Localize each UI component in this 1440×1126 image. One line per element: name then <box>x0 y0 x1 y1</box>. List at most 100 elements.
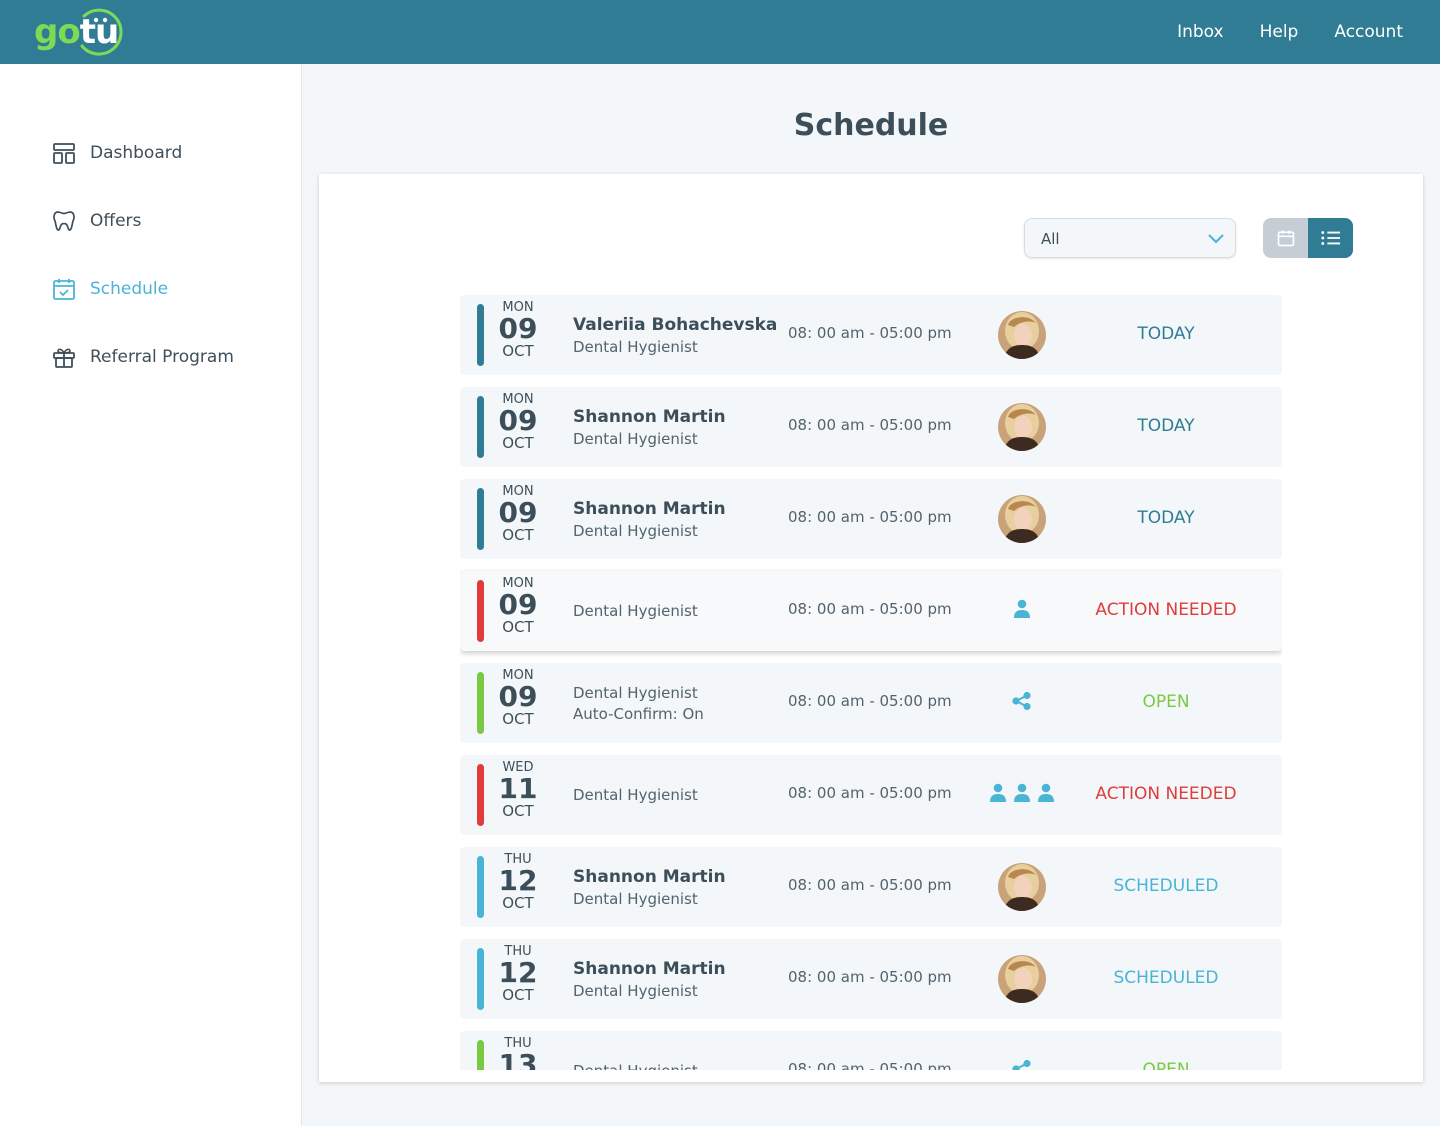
shift-day: 09 <box>498 680 538 713</box>
sidebar-item-referral-program[interactable]: Referral Program <box>52 345 234 369</box>
shift-row[interactable]: THU 12 OCT Shannon Martin Dental Hygienist 08… <box>460 847 1282 927</box>
professional-name: Shannon Martin <box>573 498 726 519</box>
shift-status: SCHEDULED <box>1113 876 1219 896</box>
view-toggle <box>1263 218 1353 258</box>
sidebar-item-schedule[interactable]: Schedule <box>52 277 168 301</box>
shift-month: OCT <box>502 894 534 912</box>
shift-role: Dental Hygienist <box>573 521 698 540</box>
shift-row[interactable]: MON 09 OCT Dental Hygienist Auto-Confirm: On… <box>460 663 1282 743</box>
shift-time: 08: 00 am - 05:00 pm <box>788 692 952 710</box>
shift-info: Shannon Martin Dental Hygienist <box>573 479 726 559</box>
professional-avatar[interactable] <box>998 863 1046 911</box>
nav-help-link[interactable]: Help <box>1260 22 1299 42</box>
nav-inbox-link[interactable]: Inbox <box>1177 22 1224 42</box>
shift-time: 08: 00 am - 05:00 pm <box>788 324 952 342</box>
shift-month: OCT <box>502 710 534 728</box>
shift-date: THU 12 OCT <box>490 945 546 1003</box>
list-icon <box>1320 231 1340 245</box>
top-nav: Inbox Help Account <box>1177 22 1403 42</box>
sidebar: Dashboard Offers Schedule Referral Progr… <box>0 64 302 1126</box>
shift-day: 13 <box>498 1048 538 1071</box>
shift-time: 08: 00 am - 05:00 pm <box>788 416 952 434</box>
gift-icon <box>53 348 75 368</box>
shift-status: SCHEDULED <box>1113 968 1219 988</box>
list-view-button[interactable] <box>1308 218 1353 258</box>
shift-date: WED 11 OCT <box>490 761 546 819</box>
shift-role: Dental Hygienist <box>573 429 698 448</box>
professional-name: Shannon Martin <box>573 866 726 887</box>
shift-role: Dental Hygienist <box>573 683 698 702</box>
sidebar-item-label: Referral Program <box>90 347 234 367</box>
shift-indicator <box>980 1031 1064 1070</box>
person-icon <box>989 783 1007 807</box>
shift-time: 08: 00 am - 05:00 pm <box>788 876 952 894</box>
professional-avatar[interactable] <box>998 955 1046 1003</box>
sidebar-item-dashboard[interactable]: Dashboard <box>52 141 182 165</box>
shift-status: TODAY <box>1137 416 1195 436</box>
shift-status: ACTION NEEDED <box>1095 784 1237 804</box>
shift-day: 09 <box>498 588 538 621</box>
professional-avatar[interactable] <box>998 403 1046 451</box>
logo-arc-icon <box>80 8 123 56</box>
sidebar-item-label: Offers <box>90 211 142 231</box>
person-icon <box>1013 783 1031 807</box>
tooth-icon <box>53 211 75 231</box>
status-color-bar <box>477 580 484 642</box>
shift-row[interactable]: MON 09 OCT Shannon Martin Dental Hygienist 08… <box>460 387 1282 467</box>
shift-row[interactable]: THU 12 OCT Shannon Martin Dental Hygienist 08… <box>460 939 1282 1019</box>
share-icon <box>1011 691 1033 715</box>
shift-info: Shannon Martin Dental Hygienist <box>573 847 726 927</box>
shift-date: MON 09 OCT <box>490 393 546 451</box>
sidebar-item-offers[interactable]: Offers <box>52 209 141 233</box>
calendar-icon <box>1277 230 1294 247</box>
shift-indicator <box>980 571 1064 651</box>
shift-month: OCT <box>502 342 534 360</box>
auto-confirm-label: Auto-Confirm: On <box>573 704 704 723</box>
shift-date: THU 12 OCT <box>490 853 546 911</box>
professional-avatar[interactable] <box>998 311 1046 359</box>
status-color-bar <box>477 948 484 1010</box>
professional-name: Shannon Martin <box>573 958 726 979</box>
shift-row[interactable]: MON 09 OCT Shannon Martin Dental Hygienist 08… <box>460 479 1282 559</box>
shift-role: Dental Hygienist <box>573 786 698 804</box>
status-color-bar <box>477 304 484 366</box>
shift-time: 08: 00 am - 05:00 pm <box>788 508 952 526</box>
shift-time: 08: 00 am - 05:00 pm <box>788 600 952 618</box>
shift-row[interactable]: MON 09 OCT Dental Hygienist 08: 00 am - 05:0… <box>460 571 1282 651</box>
nav-account-link[interactable]: Account <box>1334 22 1403 42</box>
status-color-bar <box>477 856 484 918</box>
calendar-view-button[interactable] <box>1263 218 1308 258</box>
shift-date: MON 09 OCT <box>490 669 546 727</box>
shift-info: Shannon Martin Dental Hygienist <box>573 387 726 467</box>
shift-date: MON 09 OCT <box>490 301 546 359</box>
shift-role: Dental Hygienist <box>573 1062 698 1070</box>
shift-status: OPEN <box>1142 692 1190 712</box>
shift-info: Shannon Martin Dental Hygienist <box>573 939 726 1019</box>
shift-info: Dental Hygienist <box>573 1031 698 1070</box>
share-icon <box>1011 1059 1033 1070</box>
shift-indicator <box>980 755 1064 835</box>
shift-month: OCT <box>502 434 534 452</box>
shift-day: 11 <box>498 772 538 805</box>
shift-day: 09 <box>498 404 538 437</box>
shift-day: 12 <box>498 864 538 897</box>
gotu-logo[interactable]: go tu <box>34 8 123 56</box>
shift-day: 09 <box>498 312 538 345</box>
dashboard-icon <box>53 143 75 164</box>
shift-info: Dental Hygienist <box>573 571 698 651</box>
shift-month: OCT <box>502 618 534 636</box>
professional-avatar[interactable] <box>998 495 1046 543</box>
filter-selected-value: All <box>1041 230 1060 248</box>
shift-month: OCT <box>502 802 534 820</box>
shift-row[interactable]: THU13OCT Dental Hygienist 08: 00 am - 05:0… <box>460 1031 1282 1070</box>
top-bar: go tu Inbox Help Account <box>0 0 1440 64</box>
professional-name: Valeriia Bohachevska <box>573 314 778 335</box>
status-color-bar <box>477 396 484 458</box>
shift-row[interactable]: MON 09 OCT Valeriia Bohachevska Dental Hygie… <box>460 295 1282 375</box>
shift-day: 12 <box>498 956 538 989</box>
schedule-card: All MON 09 OCT Valeriia Bohachevska Dent… <box>319 174 1423 1082</box>
status-filter-select[interactable]: All <box>1024 218 1236 258</box>
shift-time: 08: 00 am - 05:00 pm <box>788 968 952 986</box>
shift-row[interactable]: WED 11 OCT Dental Hygienist 08: 00 am - 05:0… <box>460 755 1282 835</box>
shift-month: OCT <box>502 526 534 544</box>
